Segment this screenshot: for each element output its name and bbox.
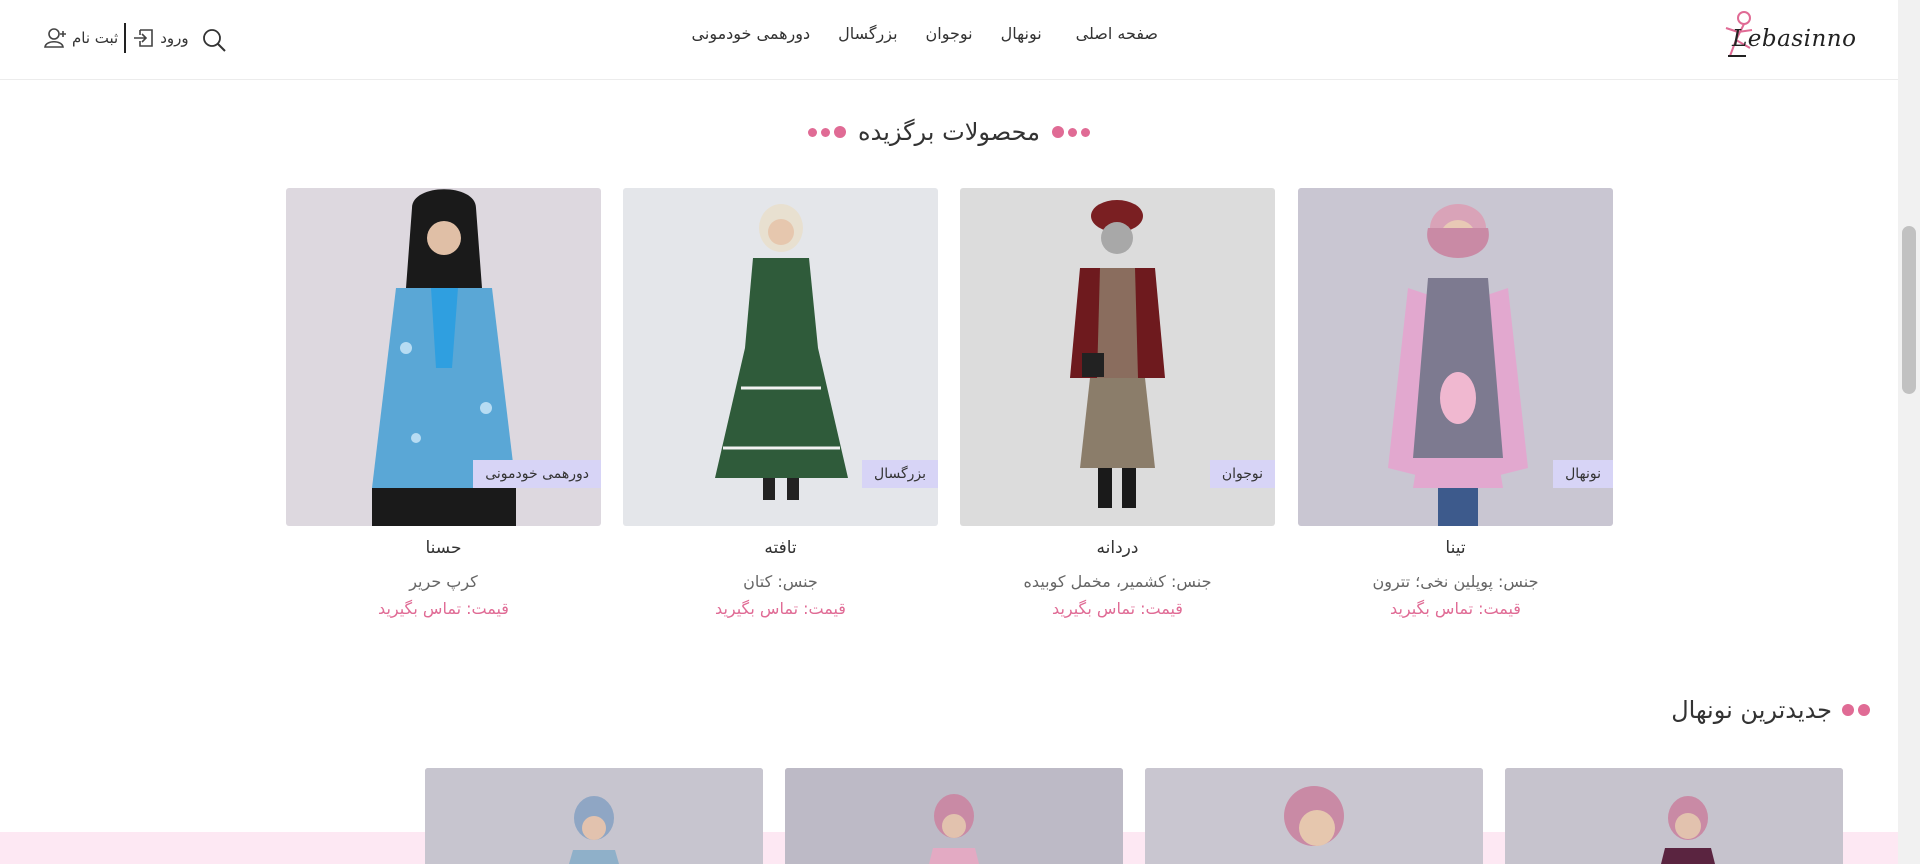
- dot-icon: [1858, 704, 1870, 716]
- title-dots: [1842, 704, 1870, 716]
- product-thumbnail[interactable]: [785, 768, 1123, 864]
- product-fabric: جنس: کتان: [743, 572, 818, 591]
- product-price: قیمت: تماس بگیرید: [1052, 599, 1183, 618]
- product-fabric: کرپ حریر: [409, 572, 478, 591]
- product-card[interactable]: نوجوان دردانه جنس: کشمیر، مخمل کوبیده قی…: [960, 188, 1275, 618]
- auth-links: ثبت نام ورود: [42, 22, 189, 54]
- dot-icon: [1080, 127, 1090, 137]
- product-photo-kid: [785, 768, 1123, 864]
- product-price: قیمت: تماس بگیرید: [715, 599, 846, 618]
- product-image[interactable]: دورهمی خودمونی: [286, 188, 601, 526]
- register-link[interactable]: ثبت نام: [42, 27, 118, 49]
- product-thumbnail[interactable]: [1145, 768, 1483, 864]
- featured-section-title: محصولات برگزیده: [0, 118, 1898, 146]
- scrollbar-thumb[interactable]: [1902, 226, 1916, 394]
- product-fabric: جنس: پوپلین نخی؛ تترون: [1372, 572, 1539, 591]
- newest-title: جدیدترین نونهال: [1671, 696, 1832, 724]
- login-icon: [134, 29, 154, 47]
- product-image[interactable]: نونهال: [1298, 188, 1613, 526]
- category-badge[interactable]: نونهال: [1553, 460, 1613, 488]
- category-badge[interactable]: نوجوان: [1209, 460, 1275, 488]
- category-badge[interactable]: دورهمی خودمونی: [473, 460, 601, 488]
- login-link[interactable]: ورود: [132, 27, 189, 49]
- product-price: قیمت: تماس بگیرید: [378, 599, 509, 618]
- featured-title: محصولات برگزیده: [858, 118, 1040, 146]
- newest-section-title: جدیدترین نونهال: [1671, 696, 1870, 724]
- dot-icon: [834, 126, 847, 138]
- register-label: ثبت نام: [72, 29, 119, 47]
- category-badge[interactable]: بزرگسال: [862, 460, 938, 488]
- product-card[interactable]: دورهمی خودمونی حسنا کرپ حریر قیمت: تماس …: [286, 188, 601, 618]
- login-label: ورود: [160, 29, 189, 47]
- featured-products: نونهال تینا جنس: پوپلین نخی؛ تترون قیمت:…: [286, 188, 1614, 628]
- product-photo-kid: [1145, 768, 1483, 864]
- product-image[interactable]: بزرگسال: [623, 188, 938, 526]
- nav-item-teen[interactable]: نوجوان: [926, 24, 973, 43]
- main-nav: صفحه اصلی نونهال نوجوان بزرگسال دورهمی خ…: [692, 24, 1158, 43]
- dot-icon: [1842, 704, 1854, 716]
- add-user-icon: [44, 28, 66, 48]
- product-image[interactable]: نوجوان: [960, 188, 1275, 526]
- title-dots-left: [808, 126, 847, 138]
- site-logo[interactable]: Lebasinno: [1716, 10, 1856, 60]
- nav-item-gathering[interactable]: دورهمی خودمونی: [692, 24, 811, 43]
- search-button[interactable]: [200, 26, 228, 54]
- search-icon: [203, 29, 226, 52]
- dot-icon: [821, 127, 831, 137]
- logo-text: Lebasinno: [1732, 26, 1857, 52]
- product-thumbnail[interactable]: [425, 768, 763, 864]
- product-thumbnail[interactable]: [1505, 768, 1843, 864]
- product-card[interactable]: نونهال تینا جنس: پوپلین نخی؛ تترون قیمت:…: [1298, 188, 1613, 618]
- dot-icon: [1067, 127, 1077, 137]
- newest-products: [425, 768, 1845, 864]
- product-fabric: جنس: کشمیر، مخمل کوبیده: [1023, 572, 1212, 591]
- site-header: Lebasinno صفحه اصلی نونهال نوجوان بزرگسا…: [0, 0, 1898, 80]
- product-name[interactable]: دردانه: [960, 538, 1275, 558]
- product-photo-kid: [425, 768, 763, 864]
- nav-item-kids[interactable]: نونهال: [1001, 24, 1042, 43]
- nav-item-adult[interactable]: بزرگسال: [838, 24, 897, 43]
- nav-item-home[interactable]: صفحه اصلی: [1076, 24, 1158, 43]
- title-dots-right: [1051, 126, 1090, 138]
- page-scrollbar[interactable]: [1898, 0, 1920, 864]
- dot-icon: [1051, 126, 1064, 138]
- product-name[interactable]: حسنا: [286, 538, 601, 558]
- product-name[interactable]: تینا: [1298, 538, 1613, 558]
- dot-icon: [808, 127, 818, 137]
- product-name[interactable]: تافته: [623, 538, 938, 558]
- product-price: قیمت: تماس بگیرید: [1390, 599, 1521, 618]
- auth-divider: [124, 23, 127, 53]
- product-card[interactable]: بزرگسال تافته جنس: کتان قیمت: تماس بگیری…: [623, 188, 938, 618]
- product-photo-kid: [1505, 768, 1843, 864]
